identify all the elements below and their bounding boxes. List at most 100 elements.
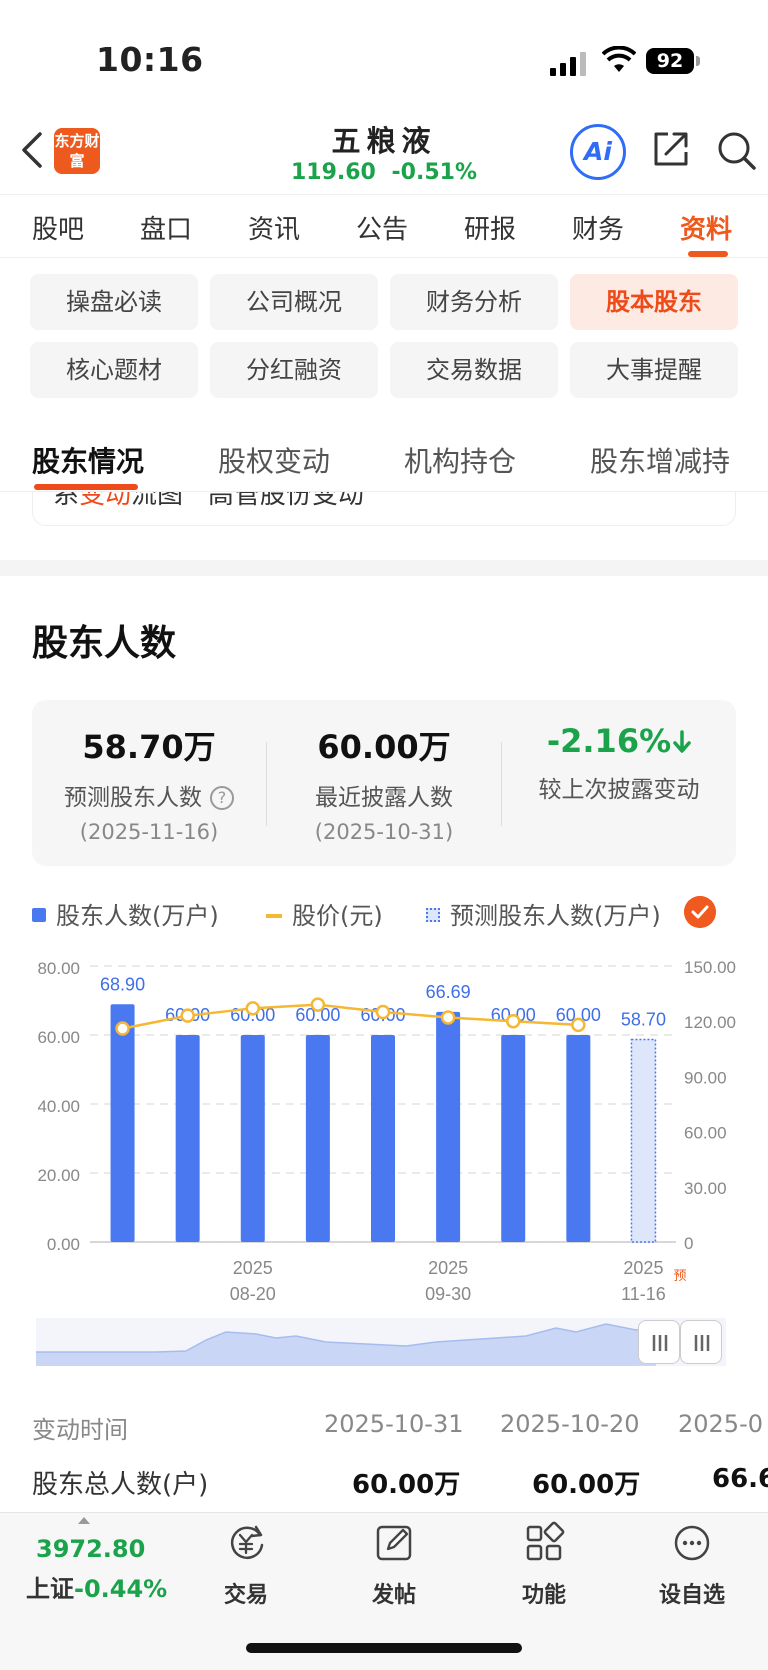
bar [436,1011,461,1242]
search-icon[interactable] [714,128,758,172]
more-icon [674,1525,710,1561]
holder-count-table: 变动时间 2025-10-31 2025-10-20 2025-0 股东总人数(… [0,1406,768,1510]
table-head-date: 2025-10-31 [324,1410,464,1438]
battery-tip [696,56,700,66]
change-label: 较上次披露变动 [538,777,700,803]
predicted-date: (2025-11-16) [79,820,219,844]
chip-dividends-financing[interactable]: 分红融资 [210,342,378,398]
table-head-date: 2025-10-20 [500,1410,640,1438]
summary-change: -2.16% 较上次披露变动 [502,700,736,866]
slider-handle-right[interactable] [680,1320,722,1364]
status-time: 10:16 [96,40,204,79]
bar [501,1035,526,1242]
chip-trading-guide[interactable]: 操盘必读 [30,274,198,330]
functions-button[interactable]: 功能 [484,1521,604,1609]
price-point [180,1008,195,1023]
scrolled-card-text: 系变动流图 高管股份变动 [53,492,364,510]
tab-news[interactable]: 资讯 [248,209,300,246]
holder-count-chart: 80.00 60.00 40.00 20.00 0.00 150.00 120.00 90.0… [37,958,736,1304]
bottom-toolbar: 3972.80 上证-0.44% 交易 发帖 功能 设自选 [0,1512,768,1670]
check-icon[interactable] [684,896,716,928]
tab-pankou[interactable]: 盘口 [140,209,192,246]
tab-profile[interactable]: 资料 [680,209,732,246]
wifi-icon [602,46,636,72]
y-right-tick-label: 60.00 [684,1124,727,1143]
index-quote[interactable]: 上证-0.44% [26,1569,167,1604]
chip-events-reminder[interactable]: 大事提醒 [570,342,738,398]
y-left-tick-label: 0.00 [47,1235,80,1254]
subtab-holder-changes[interactable]: 股东增减持 [590,440,730,480]
tab-finance[interactable]: 财务 [572,209,624,246]
add-watchlist-button[interactable]: 设自选 [632,1521,752,1609]
x-tick-date: 11-16 [621,1284,666,1304]
bar-data-label: 66.69 [426,982,471,1002]
x-tick-year: 2025 [233,1258,273,1278]
legend-swatch-line [266,914,282,918]
subtab-holder-overview[interactable]: 股东情况 [32,440,144,480]
latest-value: 60.00万 [317,728,451,766]
legend-price[interactable]: 股价(元) [266,896,383,931]
stock-header: 东方财富 五粮液 119.60 -0.51% Ai [0,118,768,194]
legend-predicted[interactable]: 预测股东人数(万户) [426,896,661,931]
tab-guba[interactable]: 股吧 [32,209,84,246]
y-left-tick-label: 80.00 [37,959,80,978]
legend-holders[interactable]: 股东人数(万户) [32,896,219,931]
slider-preview-area [36,1323,657,1366]
chip-company-overview[interactable]: 公司概况 [210,274,378,330]
legend-swatch-bar [32,908,46,922]
table-cell: 60.00万 [532,1470,641,1500]
chip-shares-holders[interactable]: 股本股东 [570,274,738,330]
post-button[interactable]: 发帖 [334,1521,454,1609]
predicted-tag: 预 [673,1269,686,1284]
grid-icon [526,1521,565,1561]
tab-announcements[interactable]: 公告 [356,209,408,246]
home-indicator [246,1643,522,1653]
y-right-tick-label: 120.00 [684,1013,736,1032]
bar [175,1035,200,1242]
slider-handle-left[interactable] [638,1320,680,1364]
table-cell: 60.00万 [352,1470,461,1500]
status-bar: 10:16 92 [0,0,768,118]
index-value[interactable]: 3972.80 [36,1535,145,1563]
predicted-label: 预测股东人数 [64,785,202,811]
index-change: -0.44% [74,1575,168,1603]
predicted-value: 58.70万 [82,728,216,766]
x-tick-date: 09-30 [425,1284,471,1304]
cellular-signal-icon [550,52,586,76]
subtab-equity-change[interactable]: 股权变动 [218,440,330,480]
holder-summary-card: 58.70万 预测股东人数? (2025-11-16) 60.00万 最近披露人… [32,700,736,866]
predicted-bar [630,1038,657,1243]
ai-assistant-button[interactable]: Ai [570,124,626,180]
table-head-date: 2025-0 [678,1410,764,1438]
down-arrow-icon [673,730,691,753]
section-divider [0,560,768,576]
chip-trading-data[interactable]: 交易数据 [390,342,558,398]
y-left-tick-label: 60.00 [37,1028,80,1047]
battery-level: 92 [646,48,694,74]
price-point [440,1010,456,1025]
legend-swatch-predicted [426,908,440,922]
help-icon[interactable]: ? [210,786,234,810]
tab-research[interactable]: 研报 [464,209,516,246]
subtab-institution-holdings[interactable]: 机构持仓 [404,440,516,480]
chart-range-slider[interactable] [36,1318,726,1366]
bar-data-label: 58.70 [621,1009,666,1029]
bar [566,1035,591,1242]
change-value: -2.16% [546,722,672,760]
chart-legend: 股东人数(万户) 股价(元) 预测股东人数(万户) [32,896,732,932]
main-tab-bar: 股吧 盘口 资讯 公告 研报 财务 资料 [0,194,768,258]
index-name: 上证 [26,1575,74,1603]
trade-button[interactable]: 交易 [186,1521,306,1609]
bar [371,1035,395,1242]
latest-label: 最近披露人数 [315,785,453,811]
price-point [245,1001,261,1016]
y-left-tick-label: 20.00 [37,1166,80,1185]
share-icon[interactable] [650,128,692,170]
table-head-label: 变动时间 [32,1416,128,1444]
section-title: 股东人数 [32,623,177,664]
chip-financial-analysis[interactable]: 财务分析 [390,274,558,330]
bar-data-label: 68.90 [100,974,145,994]
expand-caret-icon[interactable] [78,1517,90,1524]
chip-core-themes[interactable]: 核心题材 [30,342,198,398]
stock-change: -0.51% [391,160,478,185]
